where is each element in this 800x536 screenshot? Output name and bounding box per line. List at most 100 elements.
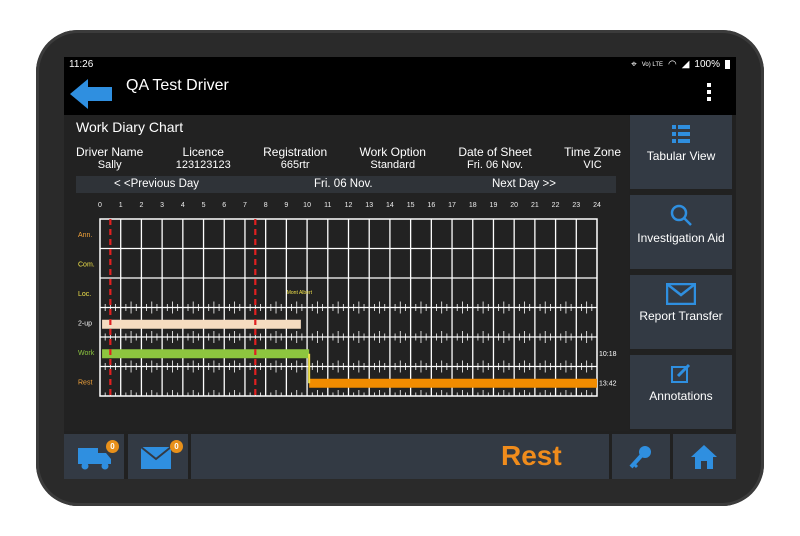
meta-licence: Licence 123123123: [176, 145, 231, 171]
meta-value: VIC: [583, 159, 602, 171]
messages-button[interactable]: 0: [128, 434, 188, 479]
meta-header: Date of Sheet: [458, 145, 532, 159]
hour-tick-label: 11: [324, 202, 331, 209]
tabular-view-label: Tabular View: [646, 149, 716, 163]
meta-header: Licence: [182, 145, 224, 159]
meta-value: Standard: [370, 159, 416, 171]
hour-tick-label: 18: [469, 202, 477, 209]
row-total: 13:42: [599, 380, 617, 387]
status-icons: ⌖ Vo) LTE ◠ ◢ 100%: [631, 59, 730, 70]
home-button[interactable]: [673, 434, 736, 479]
current-status-label: Rest: [501, 440, 562, 471]
meta-header: Driver Name: [76, 145, 144, 159]
next-day-button[interactable]: Next Day >>: [492, 178, 556, 190]
hour-tick-label: 13: [365, 202, 373, 209]
hour-tick-label: 7: [243, 202, 247, 209]
app-title: QA Test Driver: [126, 77, 229, 94]
app-bar: QA Test Driver: [64, 73, 736, 115]
annotations-button[interactable]: Annotations: [630, 355, 732, 429]
home-icon: [691, 445, 717, 469]
row-total: 10:18: [599, 351, 617, 358]
status-bar: 11:26 ⌖ Vo) LTE ◠ ◢ 100%: [64, 57, 736, 73]
location-label: Mont Albert: [287, 290, 313, 296]
row-label: Ann.: [78, 232, 92, 239]
duty-segment-rest: [309, 378, 597, 388]
signal-icon: ◢: [681, 59, 690, 70]
report-transfer-button[interactable]: Report Transfer: [630, 275, 732, 349]
hour-tick-label: 19: [490, 202, 498, 209]
hour-tick-label: 5: [202, 202, 206, 209]
meta-value: Fri. 06 Nov.: [467, 159, 524, 171]
hour-tick-label: 20: [510, 202, 518, 209]
status-button[interactable]: Rest: [191, 434, 609, 479]
investigation-aid-label: Investigation Aid: [637, 231, 725, 245]
work-diary-chart: 0 1 2 3 4 5 6 7 8 9 10 11 12 13 14 15 16 17 18 19 20 21 22 23 24…: [78, 202, 617, 397]
row-label: Rest: [78, 379, 92, 386]
chart-title: Work Diary Chart: [76, 119, 184, 135]
network-label: Vo) LTE: [641, 61, 663, 68]
hour-tick-label: 21: [531, 202, 539, 209]
location-icon: ⌖: [631, 59, 637, 70]
meta-header: Registration: [263, 145, 328, 159]
row-label: Loc.: [78, 291, 91, 298]
meta-driver-name: Driver Name Sally: [76, 145, 143, 171]
overflow-menu-icon[interactable]: [706, 83, 712, 104]
mail-badge: 0: [170, 440, 183, 453]
search-icon: [670, 204, 692, 226]
hour-tick-label: 24: [593, 202, 601, 209]
battery-icon: [725, 60, 730, 69]
key-button[interactable]: [612, 434, 670, 479]
work-diary-panel: Work Diary Chart Driver Name Sally Licenc…: [64, 115, 629, 431]
meta-header: Work Option: [359, 145, 426, 159]
hour-tick-label: 8: [264, 202, 268, 209]
vehicle-button[interactable]: 0: [64, 434, 124, 479]
meta-registration: Registration 665rtr: [263, 145, 327, 171]
day-navigation: < <Previous Day Fri. 06 Nov. Next Day >>: [76, 176, 616, 193]
meta-value: Sally: [97, 159, 122, 171]
annotations-label: Annotations: [649, 389, 713, 403]
row-label: Com.: [78, 261, 95, 268]
hour-tick-label: 22: [552, 202, 560, 209]
mail-icon: [666, 283, 696, 305]
edit-icon: [671, 363, 691, 383]
report-transfer-label: Report Transfer: [639, 309, 723, 323]
sheet-info: Driver Name Sally Licence 123123123 Regist…: [76, 145, 621, 171]
meta-date-of-sheet: Date of Sheet Fri. 06 Nov.: [458, 145, 531, 171]
hour-tick-label: 0: [98, 202, 102, 209]
row-label: 2-up: [78, 320, 92, 327]
bottom-bar: 0 0 Rest: [64, 434, 736, 479]
hour-tick-label: 9: [284, 202, 288, 209]
duty-segment-work: [102, 349, 310, 359]
hour-tick-label: 16: [427, 202, 435, 209]
row-label: Work: [78, 350, 95, 357]
list-icon: [672, 125, 690, 143]
meta-work-option: Work Option Standard: [360, 145, 426, 171]
hour-tick-label: 4: [181, 202, 185, 209]
tabular-view-button[interactable]: Tabular View: [630, 115, 732, 189]
key-icon: [629, 446, 651, 469]
hour-tick-label: 6: [222, 202, 226, 209]
hour-tick-label: 2: [139, 202, 143, 209]
previous-day-button[interactable]: < <Previous Day: [114, 178, 199, 190]
hour-tick-label: 3: [160, 202, 164, 209]
hour-tick-label: 23: [572, 202, 580, 209]
meta-time-zone: Time Zone VIC: [564, 145, 621, 171]
hour-tick-label: 1: [119, 202, 123, 209]
meta-value: 123123123: [175, 159, 231, 171]
hour-tick-label: 15: [407, 202, 415, 209]
mail-icon: [140, 446, 172, 469]
hour-tick-label: 10: [303, 202, 311, 209]
duty-segment-2-up: [102, 319, 301, 329]
hour-tick-label: 17: [448, 202, 456, 209]
current-day-label: Fri. 06 Nov.: [314, 178, 373, 190]
wifi-icon: ◠: [667, 59, 677, 70]
back-arrow-icon[interactable]: [70, 79, 114, 109]
meta-value: 665rtr: [280, 159, 310, 171]
hour-tick-label: 12: [345, 202, 353, 209]
sidebar: Tabular View Investigation Aid Report Tr…: [630, 115, 736, 431]
investigation-aid-button[interactable]: Investigation Aid: [630, 195, 732, 269]
app-screen: 11:26 ⌖ Vo) LTE ◠ ◢ 100% QA Test Driver …: [64, 57, 736, 479]
status-time: 11:26: [69, 59, 94, 70]
battery-text: 100%: [694, 59, 720, 70]
hour-tick-label: 14: [386, 202, 394, 209]
